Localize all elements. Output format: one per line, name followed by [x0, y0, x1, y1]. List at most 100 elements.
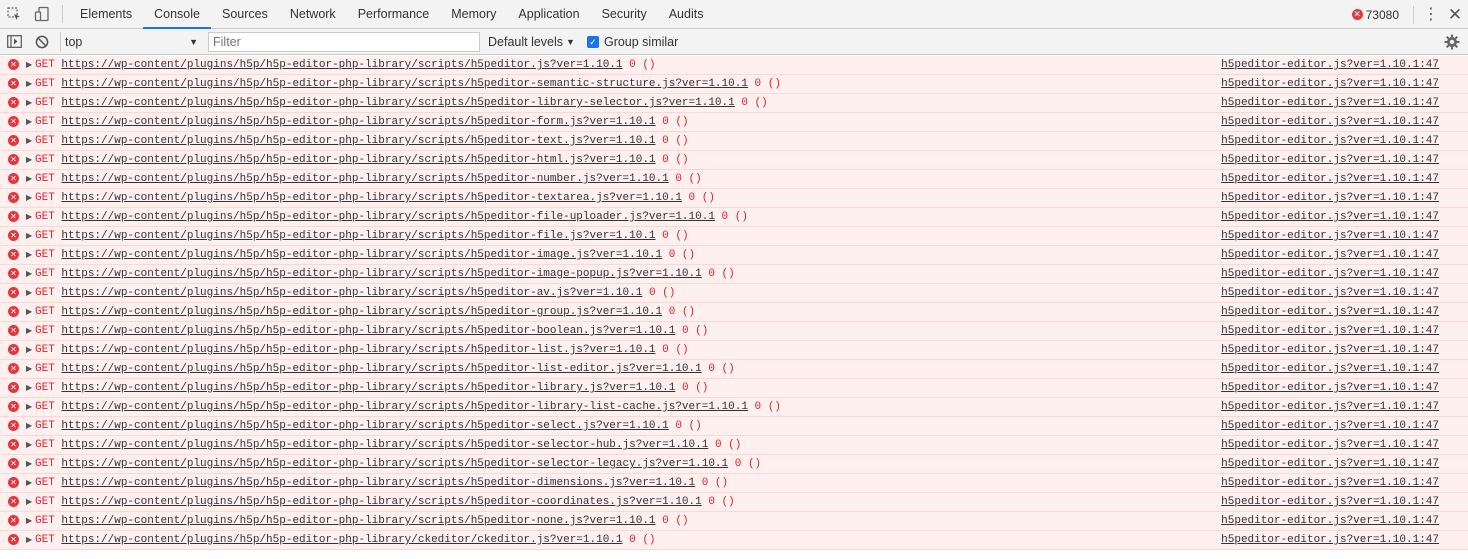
tab-elements[interactable]: Elements: [69, 0, 143, 29]
source-location-link[interactable]: h5peditor-editor.js?ver=1.10.1:47: [1221, 303, 1439, 321]
tab-security[interactable]: Security: [591, 0, 658, 29]
request-url-link[interactable]: https://wp-content/plugins/h5p/h5p-edito…: [61, 59, 622, 71]
expand-triangle-icon[interactable]: ▶: [26, 398, 32, 416]
request-url-link[interactable]: https://wp-content/plugins/h5p/h5p-edito…: [61, 306, 662, 318]
expand-triangle-icon[interactable]: ▶: [26, 531, 32, 549]
tab-application[interactable]: Application: [507, 0, 590, 29]
request-url-link[interactable]: https://wp-content/plugins/h5p/h5p-edito…: [61, 363, 701, 375]
request-url-link[interactable]: https://wp-content/plugins/h5p/h5p-edito…: [61, 192, 682, 204]
source-location-link[interactable]: h5peditor-editor.js?ver=1.10.1:47: [1221, 455, 1439, 473]
source-location-link[interactable]: h5peditor-editor.js?ver=1.10.1:47: [1221, 151, 1439, 169]
source-location-link[interactable]: h5peditor-editor.js?ver=1.10.1:47: [1221, 132, 1439, 150]
request-url-link[interactable]: https://wp-content/plugins/h5p/h5p-edito…: [61, 458, 728, 470]
expand-triangle-icon[interactable]: ▶: [26, 379, 32, 397]
tab-audits[interactable]: Audits: [658, 0, 715, 29]
more-options-icon[interactable]: ⋮: [1420, 0, 1442, 29]
source-location-link[interactable]: h5peditor-editor.js?ver=1.10.1:47: [1221, 227, 1439, 245]
gear-icon[interactable]: [1444, 34, 1460, 50]
expand-triangle-icon[interactable]: ▶: [26, 113, 32, 131]
expand-triangle-icon[interactable]: ▶: [26, 455, 32, 473]
expand-triangle-icon[interactable]: ▶: [26, 56, 32, 74]
request-url-link[interactable]: https://wp-content/plugins/h5p/h5p-edito…: [61, 439, 708, 451]
request-url-link[interactable]: https://wp-content/plugins/h5p/h5p-edito…: [61, 135, 655, 147]
expand-triangle-icon[interactable]: ▶: [26, 436, 32, 454]
request-url-link[interactable]: https://wp-content/plugins/h5p/h5p-edito…: [61, 173, 668, 185]
source-location-link[interactable]: h5peditor-editor.js?ver=1.10.1:47: [1221, 170, 1439, 188]
source-location-link[interactable]: h5peditor-editor.js?ver=1.10.1:47: [1221, 75, 1439, 93]
expand-triangle-icon[interactable]: ▶: [26, 493, 32, 511]
expand-triangle-icon[interactable]: ▶: [26, 360, 32, 378]
expand-triangle-icon[interactable]: ▶: [26, 303, 32, 321]
source-location-link[interactable]: h5peditor-editor.js?ver=1.10.1:47: [1221, 512, 1439, 530]
request-url-link[interactable]: https://wp-content/plugins/h5p/h5p-edito…: [61, 78, 748, 90]
expand-triangle-icon[interactable]: ▶: [26, 474, 32, 492]
tab-performance[interactable]: Performance: [347, 0, 441, 29]
source-location-link[interactable]: h5peditor-editor.js?ver=1.10.1:47: [1221, 265, 1439, 283]
source-location-link[interactable]: h5peditor-editor.js?ver=1.10.1:47: [1221, 322, 1439, 340]
group-similar-checkbox[interactable]: ✓ Group similar: [586, 35, 678, 49]
request-url-link[interactable]: https://wp-content/plugins/h5p/h5p-edito…: [61, 211, 715, 223]
expand-triangle-icon[interactable]: ▶: [26, 151, 32, 169]
request-url-link[interactable]: https://wp-content/plugins/h5p/h5p-edito…: [61, 344, 655, 356]
source-location-link[interactable]: h5peditor-editor.js?ver=1.10.1:47: [1221, 113, 1439, 131]
tab-memory[interactable]: Memory: [440, 0, 507, 29]
tab-sources[interactable]: Sources: [211, 0, 279, 29]
context-selector[interactable]: top ▼: [60, 31, 202, 52]
request-url-link[interactable]: https://wp-content/plugins/h5p/h5p-edito…: [61, 401, 748, 413]
request-url-link[interactable]: https://wp-content/plugins/h5p/h5p-edito…: [61, 230, 655, 242]
clear-console-icon[interactable]: [28, 29, 56, 55]
show-sidebar-icon[interactable]: [0, 29, 28, 55]
request-url-link[interactable]: https://wp-content/plugins/h5p/h5p-edito…: [61, 268, 701, 280]
request-url-link[interactable]: https://wp-content/plugins/h5p/h5p-edito…: [61, 420, 668, 432]
expand-triangle-icon[interactable]: ▶: [26, 227, 32, 245]
expand-triangle-icon[interactable]: ▶: [26, 208, 32, 226]
source-location-link[interactable]: h5peditor-editor.js?ver=1.10.1:47: [1221, 398, 1439, 416]
request-url-link[interactable]: https://wp-content/plugins/h5p/h5p-edito…: [61, 287, 642, 299]
tab-console[interactable]: Console: [143, 0, 211, 29]
source-location-link[interactable]: h5peditor-editor.js?ver=1.10.1:47: [1221, 94, 1439, 112]
source-location-link[interactable]: h5peditor-editor.js?ver=1.10.1:47: [1221, 56, 1439, 74]
request-url-link[interactable]: https://wp-content/plugins/h5p/h5p-edito…: [61, 154, 655, 166]
expand-triangle-icon[interactable]: ▶: [26, 75, 32, 93]
request-url-link[interactable]: https://wp-content/plugins/h5p/h5p-edito…: [61, 382, 675, 394]
source-location-link[interactable]: h5peditor-editor.js?ver=1.10.1:47: [1221, 493, 1439, 511]
source-location-link[interactable]: h5peditor-editor.js?ver=1.10.1:47: [1221, 379, 1439, 397]
log-levels-dropdown[interactable]: Default levels ▼: [488, 35, 575, 49]
error-count-badge[interactable]: ✕ 73080: [1351, 8, 1399, 22]
request-url-link[interactable]: https://wp-content/plugins/h5p/h5p-edito…: [61, 116, 655, 128]
device-toolbar-icon[interactable]: [28, 0, 56, 28]
close-icon[interactable]: ✕: [1442, 0, 1468, 29]
expand-triangle-icon[interactable]: ▶: [26, 189, 32, 207]
expand-triangle-icon[interactable]: ▶: [26, 94, 32, 112]
source-location-link[interactable]: h5peditor-editor.js?ver=1.10.1:47: [1221, 189, 1439, 207]
inspect-element-icon[interactable]: [0, 0, 28, 28]
expand-triangle-icon[interactable]: ▶: [26, 132, 32, 150]
expand-triangle-icon[interactable]: ▶: [26, 284, 32, 302]
source-location-link[interactable]: h5peditor-editor.js?ver=1.10.1:47: [1221, 531, 1439, 549]
source-location-link[interactable]: h5peditor-editor.js?ver=1.10.1:47: [1221, 417, 1439, 435]
expand-triangle-icon[interactable]: ▶: [26, 322, 32, 340]
request-url-link[interactable]: https://wp-content/plugins/h5p/h5p-edito…: [61, 325, 675, 337]
filter-input[interactable]: [208, 31, 480, 52]
request-url-link[interactable]: https://wp-content/plugins/h5p/h5p-edito…: [61, 515, 655, 527]
source-location-link[interactable]: h5peditor-editor.js?ver=1.10.1:47: [1221, 246, 1439, 264]
expand-triangle-icon[interactable]: ▶: [26, 170, 32, 188]
request-url-link[interactable]: https://wp-content/plugins/h5p/h5p-edito…: [61, 97, 734, 109]
source-location-link[interactable]: h5peditor-editor.js?ver=1.10.1:47: [1221, 436, 1439, 454]
request-url-link[interactable]: https://wp-content/plugins/h5p/h5p-edito…: [61, 534, 622, 546]
expand-triangle-icon[interactable]: ▶: [26, 246, 32, 264]
expand-triangle-icon[interactable]: ▶: [26, 512, 32, 530]
source-location-link[interactable]: h5peditor-editor.js?ver=1.10.1:47: [1221, 360, 1439, 378]
request-url-link[interactable]: https://wp-content/plugins/h5p/h5p-edito…: [61, 477, 695, 489]
source-location-link[interactable]: h5peditor-editor.js?ver=1.10.1:47: [1221, 474, 1439, 492]
request-url-link[interactable]: https://wp-content/plugins/h5p/h5p-edito…: [61, 249, 662, 261]
tab-network[interactable]: Network: [279, 0, 347, 29]
source-location-link[interactable]: h5peditor-editor.js?ver=1.10.1:47: [1221, 341, 1439, 359]
request-url-link[interactable]: https://wp-content/plugins/h5p/h5p-edito…: [61, 496, 701, 508]
checkmark-icon[interactable]: ✓: [586, 35, 599, 48]
expand-triangle-icon[interactable]: ▶: [26, 341, 32, 359]
source-location-link[interactable]: h5peditor-editor.js?ver=1.10.1:47: [1221, 208, 1439, 226]
expand-triangle-icon[interactable]: ▶: [26, 417, 32, 435]
expand-triangle-icon[interactable]: ▶: [26, 265, 32, 283]
source-location-link[interactable]: h5peditor-editor.js?ver=1.10.1:47: [1221, 284, 1439, 302]
